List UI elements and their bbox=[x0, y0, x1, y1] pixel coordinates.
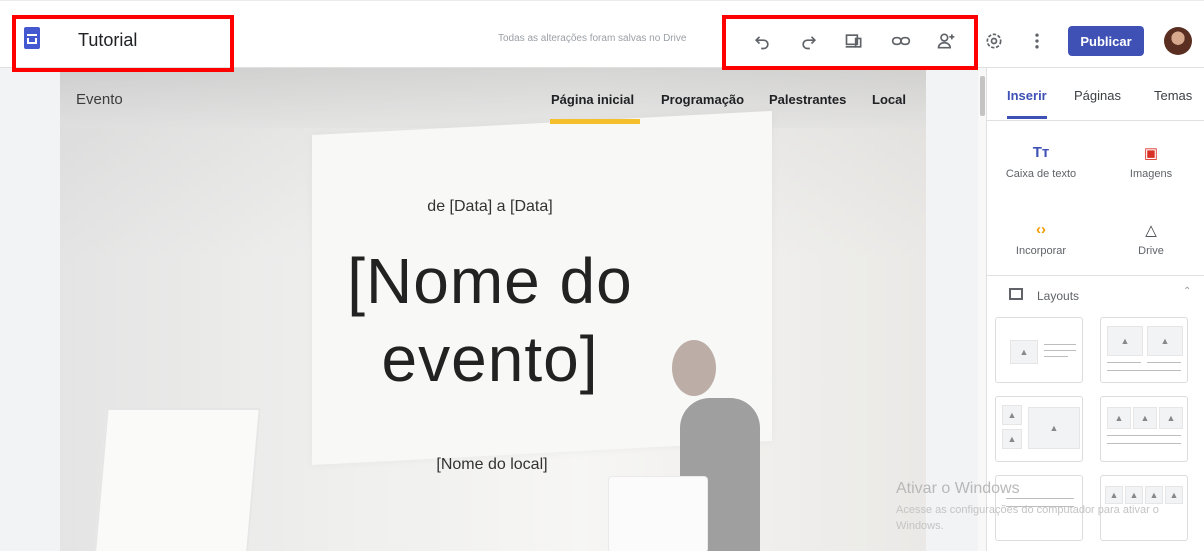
insert-text-box[interactable]: Tт Caixa de texto bbox=[991, 144, 1091, 180]
layout-image-placeholder: ▲ bbox=[1002, 429, 1022, 449]
layout-option[interactable]: ▲ ▲ ▲ bbox=[995, 396, 1083, 462]
text-box-icon: Tт bbox=[1032, 144, 1050, 161]
layout-option[interactable]: ▲ bbox=[995, 317, 1083, 383]
nav-item-schedule[interactable]: Programação bbox=[661, 92, 744, 107]
more-vert-icon[interactable] bbox=[1025, 29, 1049, 53]
site-brand[interactable]: Evento bbox=[76, 91, 123, 108]
windows-activation-title: Ativar o Windows bbox=[896, 480, 1020, 497]
insert-drive-label: Drive bbox=[1138, 245, 1164, 257]
nav-item-speakers[interactable]: Palestrantes bbox=[769, 92, 846, 107]
highlight-box-toolbar bbox=[722, 15, 978, 70]
event-dates[interactable]: de [Data] a [Data] bbox=[0, 198, 980, 216]
insert-embed[interactable]: ‹› Incorporar bbox=[991, 221, 1091, 257]
layout-image-placeholder: ▲ bbox=[1147, 326, 1183, 356]
event-title[interactable]: [Nome do evento] bbox=[0, 242, 980, 398]
event-venue[interactable]: [Nome do local] bbox=[0, 456, 984, 474]
layout-image-placeholder: ▲ bbox=[1010, 340, 1038, 364]
nav-item-home[interactable]: Página inicial bbox=[551, 92, 634, 107]
side-panel: Inserir Páginas Temas Tт Caixa de texto … bbox=[986, 68, 1204, 551]
image-icon: ▣ bbox=[1143, 145, 1159, 162]
layout-image-placeholder: ▲ bbox=[1002, 405, 1022, 425]
insert-images[interactable]: ▣ Imagens bbox=[1101, 144, 1201, 180]
avatar[interactable] bbox=[1164, 27, 1192, 55]
layout-option[interactable]: ▲ ▲ bbox=[1100, 317, 1188, 383]
event-title-line-1: [Nome do bbox=[347, 245, 633, 317]
windows-activation-subtitle: Acesse as configurações do computador pa… bbox=[896, 504, 1159, 532]
embed-icon: ‹› bbox=[1036, 221, 1046, 238]
highlight-box-title bbox=[12, 15, 234, 72]
layout-image-placeholder: ▲ bbox=[1159, 407, 1183, 429]
canvas-scrollbar[interactable] bbox=[978, 68, 986, 551]
tab-insert[interactable]: Inserir bbox=[1007, 88, 1047, 103]
layout-image-placeholder: ▲ bbox=[1133, 407, 1157, 429]
layout-option[interactable]: ▲ ▲ ▲ bbox=[1100, 396, 1188, 462]
insert-drive[interactable]: △ Drive bbox=[1101, 221, 1201, 257]
layout-image-placeholder: ▲ bbox=[1107, 407, 1131, 429]
insert-text-box-label: Caixa de texto bbox=[1005, 168, 1077, 180]
layouts-icon bbox=[1009, 288, 1023, 300]
tab-pages[interactable]: Páginas bbox=[1074, 88, 1121, 103]
save-status: Todas as alterações foram salvas no Driv… bbox=[498, 33, 687, 44]
tab-themes[interactable]: Temas bbox=[1154, 88, 1192, 103]
collapse-icon[interactable]: ⌃ bbox=[1183, 286, 1191, 297]
divider bbox=[987, 275, 1204, 276]
event-title-line-2: evento] bbox=[381, 323, 599, 395]
nav-item-location[interactable]: Local bbox=[872, 92, 906, 107]
layout-image-placeholder: ▲ bbox=[1107, 326, 1143, 356]
drive-icon: △ bbox=[1145, 222, 1157, 239]
layouts-label: Layouts bbox=[1037, 289, 1080, 303]
scroll-thumb[interactable] bbox=[980, 76, 985, 116]
divider bbox=[987, 120, 1204, 121]
insert-images-label: Imagens bbox=[1129, 168, 1173, 180]
settings-icon[interactable] bbox=[982, 29, 1006, 53]
publish-button[interactable]: Publicar bbox=[1068, 26, 1144, 56]
insert-embed-label: Incorporar bbox=[1015, 245, 1067, 257]
nav-active-indicator bbox=[550, 119, 640, 124]
tab-active-indicator bbox=[1007, 116, 1047, 119]
layout-image-placeholder: ▲ bbox=[1028, 407, 1080, 449]
